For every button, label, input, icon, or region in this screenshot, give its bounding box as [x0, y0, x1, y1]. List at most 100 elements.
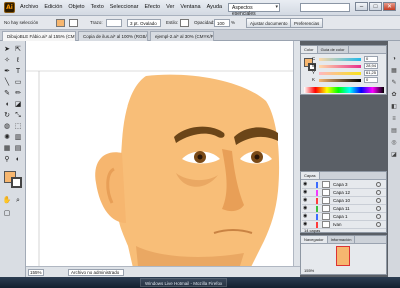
rotate-tool-icon[interactable]: ↻: [2, 111, 12, 121]
target-icon[interactable]: [376, 222, 381, 227]
zoom-level-field[interactable]: 155%: [28, 269, 44, 276]
status-message[interactable]: Archivo no administrado: [68, 269, 124, 276]
menu-ver[interactable]: Ver: [166, 4, 174, 10]
blend-tool-icon[interactable]: ◐: [13, 155, 23, 165]
tab-info[interactable]: Información: [328, 236, 356, 243]
layer-row[interactable]: ◉ Capa 1: [302, 213, 386, 221]
layer-name[interactable]: Capa 10: [333, 198, 350, 203]
eyedropper-tool-icon[interactable]: ⚲: [2, 155, 12, 165]
selection-tool-icon[interactable]: ➤: [2, 45, 12, 55]
eye-icon[interactable]: ◉: [303, 182, 308, 187]
free-transform-tool-icon[interactable]: ⬚: [13, 122, 23, 132]
brushes-panel-icon[interactable]: ✎: [390, 79, 398, 87]
graphic-styles-panel-icon[interactable]: ◧: [390, 103, 398, 111]
search-input[interactable]: [300, 3, 350, 12]
magic-wand-tool-icon[interactable]: ✧: [2, 56, 12, 66]
stroke-weight-field[interactable]: [106, 19, 122, 27]
graph-tool-icon[interactable]: ▥: [13, 133, 23, 143]
fill-color-swatch[interactable]: [56, 19, 65, 27]
stroke-panel-icon[interactable]: ≡: [390, 115, 398, 123]
tab-color[interactable]: Color: [301, 46, 318, 53]
artboard-canvas[interactable]: [26, 41, 293, 266]
eye-icon[interactable]: ◉: [303, 190, 308, 195]
brush-preset-select[interactable]: 3 pt. Ovalado: [127, 19, 161, 27]
navigator-thumbnail[interactable]: [336, 246, 350, 266]
magenta-value[interactable]: 28,94: [364, 63, 378, 69]
appearance-panel-icon[interactable]: ◪: [390, 151, 398, 159]
target-icon[interactable]: [376, 206, 381, 211]
tab-dibujo-fabio[interactable]: DibujoBLE Fábio.ai* al 155% (CMYK/Previs…: [2, 31, 76, 41]
eye-icon[interactable]: ◉: [303, 206, 308, 211]
maximize-button[interactable]: □: [369, 2, 382, 11]
tab-ejempl-2[interactable]: ejempl-2.ai* al 30% (CMYK/Previsualizar): [150, 31, 214, 41]
line-tool-icon[interactable]: ╲: [2, 78, 12, 88]
symbol-sprayer-tool-icon[interactable]: ✺: [2, 133, 12, 143]
gradient-panel-icon[interactable]: ▤: [390, 127, 398, 135]
lasso-tool-icon[interactable]: ℓ: [13, 56, 23, 66]
menu-objeto[interactable]: Objeto: [68, 4, 84, 10]
layer-name[interactable]: Capa 12: [333, 190, 350, 195]
yellow-value[interactable]: 61,25: [364, 70, 378, 76]
navigator-zoom[interactable]: 155%: [304, 268, 314, 273]
layer-row[interactable]: ◉ Capa 12: [302, 189, 386, 197]
opacity-label[interactable]: Opacidad:: [194, 20, 215, 25]
vertical-scrollbar[interactable]: [293, 41, 300, 266]
close-button[interactable]: ✕: [383, 2, 396, 11]
color-panel-icon[interactable]: ◑: [390, 55, 398, 63]
target-icon[interactable]: [376, 182, 381, 187]
menu-edicion[interactable]: Edición: [44, 4, 62, 10]
paintbrush-tool-icon[interactable]: ✎: [2, 89, 12, 99]
cyan-value[interactable]: 0: [364, 56, 378, 62]
direct-selection-tool-icon[interactable]: ⇱: [13, 45, 23, 55]
layer-row[interactable]: ◉ Capa 3: [302, 181, 386, 189]
layer-name[interactable]: Capa 3: [333, 182, 348, 187]
tab-layers[interactable]: Capas: [301, 172, 320, 179]
layer-name[interactable]: Capa 1: [333, 214, 348, 219]
menu-ventana[interactable]: Ventana: [180, 4, 200, 10]
tab-navigator[interactable]: Navegador: [301, 236, 328, 243]
warp-tool-icon[interactable]: ◍: [2, 122, 12, 132]
stroke-label[interactable]: Trazo:: [90, 20, 103, 25]
pen-tool-icon[interactable]: ✒: [2, 67, 12, 77]
opacity-field[interactable]: 100: [214, 19, 230, 27]
layer-name[interactable]: Capa 11: [333, 206, 350, 211]
swatches-panel-icon[interactable]: ▦: [390, 67, 398, 75]
gradient-tool-icon[interactable]: ▤: [13, 144, 23, 154]
stroke-swatch[interactable]: [11, 177, 22, 188]
layer-name[interactable]: Ivan: [333, 222, 342, 227]
menu-efecto[interactable]: Efecto: [145, 4, 161, 10]
magenta-track[interactable]: [319, 65, 361, 68]
taskbar-firefox-item[interactable]: Windows Live Hotmail - Mozilla Firefox: [140, 278, 228, 287]
minimize-button[interactable]: –: [355, 2, 368, 11]
scale-tool-icon[interactable]: ⤡: [13, 111, 23, 121]
rectangle-tool-icon[interactable]: ▭: [13, 78, 23, 88]
layer-row[interactable]: ◉ Capa 11: [302, 205, 386, 213]
eraser-tool-icon[interactable]: ◪: [13, 100, 23, 110]
target-icon[interactable]: [376, 190, 381, 195]
graphic-style-swatch[interactable]: [180, 19, 189, 27]
color-spectrum[interactable]: [304, 87, 384, 93]
black-track[interactable]: [319, 79, 361, 82]
cyan-track[interactable]: [319, 58, 361, 61]
target-icon[interactable]: [376, 214, 381, 219]
eye-icon[interactable]: ◉: [303, 214, 308, 219]
transparency-panel-icon[interactable]: ◎: [390, 139, 398, 147]
type-tool-icon[interactable]: T: [13, 67, 23, 77]
mesh-tool-icon[interactable]: ▦: [2, 144, 12, 154]
pencil-tool-icon[interactable]: ✏: [13, 89, 23, 99]
document-setup-button[interactable]: Ajustar documento: [246, 18, 292, 28]
screen-mode-icon[interactable]: ▢: [2, 209, 12, 219]
symbols-panel-icon[interactable]: ✿: [390, 91, 398, 99]
zoom-tool-icon[interactable]: ⌕: [13, 196, 23, 206]
tab-color-guide[interactable]: Guía de color: [318, 46, 349, 53]
blob-brush-tool-icon[interactable]: ◖: [2, 100, 12, 110]
black-value[interactable]: 0: [364, 77, 378, 83]
tab-copia-de-ilus[interactable]: Copia de ilus.ai* al 100% (RGB/Previsual…: [78, 31, 148, 41]
menu-seleccionar[interactable]: Seleccionar: [110, 4, 139, 10]
yellow-track[interactable]: [319, 72, 361, 75]
menu-ayuda[interactable]: Ayuda: [207, 4, 223, 10]
eye-icon[interactable]: ◉: [303, 222, 308, 227]
layer-row[interactable]: ◉ Capa 10: [302, 197, 386, 205]
menu-archivo[interactable]: Archivo: [20, 4, 38, 10]
target-icon[interactable]: [376, 198, 381, 203]
